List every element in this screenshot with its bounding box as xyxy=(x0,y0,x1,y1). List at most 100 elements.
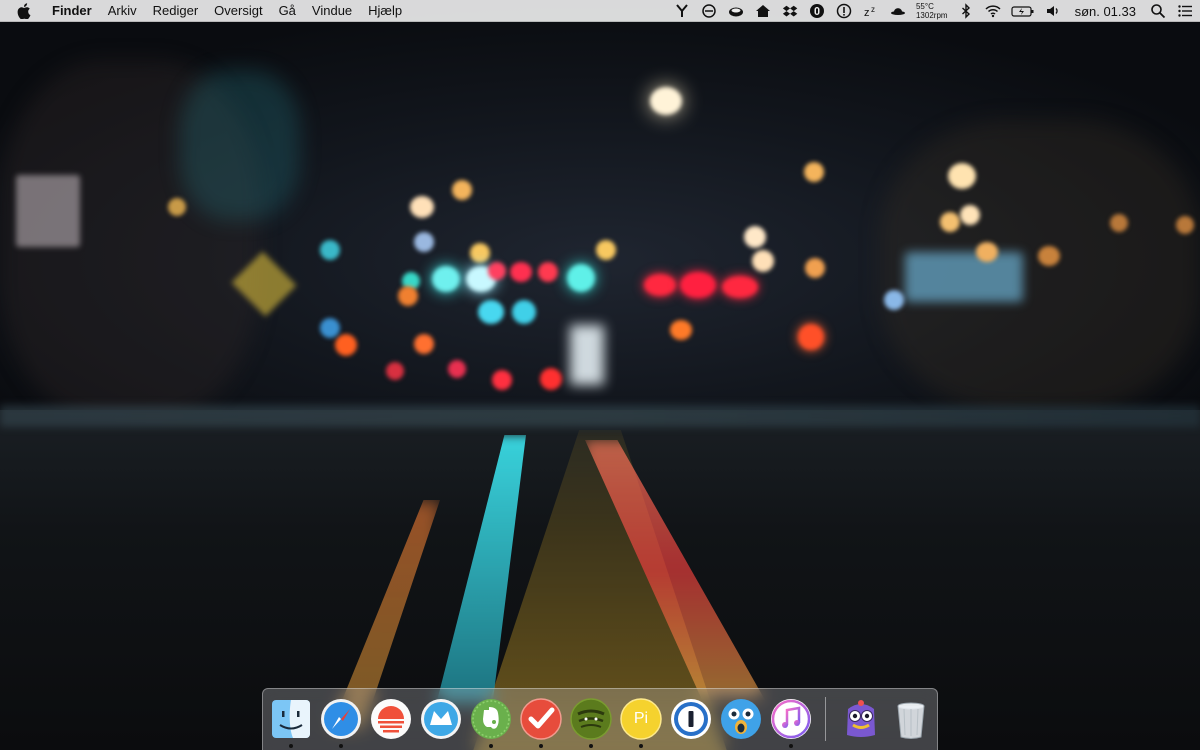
tail-light xyxy=(644,274,676,296)
street-light xyxy=(805,258,825,278)
sunrise-icon xyxy=(371,699,411,739)
trash-icon xyxy=(897,702,925,739)
dock-finder[interactable] xyxy=(269,697,313,741)
temperature-readout[interactable]: 55°C 1302rpm xyxy=(916,2,948,20)
street-light xyxy=(940,212,960,232)
billboard-blue xyxy=(905,252,1023,302)
traffic-light-green xyxy=(432,266,460,292)
dock-pi[interactable]: Pi xyxy=(619,697,663,741)
traffic-light-red xyxy=(538,262,558,282)
volume-icon[interactable] xyxy=(1044,2,1062,20)
traffic-light-green xyxy=(512,300,536,324)
street-light xyxy=(948,163,976,189)
running-indicator xyxy=(489,744,493,748)
traffic-light-red xyxy=(798,324,824,350)
traffic-light-green xyxy=(478,300,504,324)
dock-evernote[interactable] xyxy=(469,697,513,741)
dock-sunrise[interactable] xyxy=(369,697,413,741)
dock-tweetbot[interactable] xyxy=(719,697,763,741)
street-light xyxy=(320,318,340,338)
street-light xyxy=(960,205,980,225)
onepassword-icon xyxy=(671,699,711,739)
menu-app-finder[interactable]: Finder xyxy=(44,0,100,22)
dock-airmail[interactable] xyxy=(419,697,463,741)
finder-icon xyxy=(272,700,310,738)
street-light xyxy=(804,162,824,182)
menu-arkiv[interactable]: Arkiv xyxy=(100,0,145,22)
tail-light xyxy=(680,272,716,298)
sleep-icon[interactable]: zz xyxy=(862,2,880,20)
cyan-foliage xyxy=(180,70,300,220)
menu-bar: Finder Arkiv Rediger Oversigt Gå Vindue … xyxy=(0,0,1200,22)
traffic-light-red xyxy=(398,286,418,306)
bluetooth-icon[interactable] xyxy=(957,2,975,20)
spotlight-search-icon[interactable] xyxy=(1149,2,1167,20)
dock-wunderlist[interactable] xyxy=(519,697,563,741)
menu-oversigt[interactable]: Oversigt xyxy=(206,0,270,22)
street-light xyxy=(414,232,434,252)
wifi-icon[interactable] xyxy=(984,2,1002,20)
dock-spotify[interactable] xyxy=(569,697,613,741)
dock-trash[interactable] xyxy=(889,697,933,741)
battery-charging-icon[interactable] xyxy=(1010,2,1035,20)
itunes-icon xyxy=(771,699,811,739)
apple-menu-icon[interactable] xyxy=(16,0,32,22)
dock-monster[interactable] xyxy=(839,697,883,741)
street-light xyxy=(452,180,472,200)
street-sign xyxy=(16,175,80,247)
airmail-icon xyxy=(421,699,461,739)
traffic-light-green xyxy=(567,264,595,292)
dock-1password[interactable] xyxy=(669,697,713,741)
dock: Pi xyxy=(262,688,938,750)
street-light xyxy=(1110,214,1128,232)
notification-center-icon[interactable] xyxy=(1176,2,1194,20)
running-indicator xyxy=(339,744,343,748)
wunderlist-icon xyxy=(520,698,562,740)
alert-circle-icon[interactable] xyxy=(835,2,853,20)
dock-separator xyxy=(825,697,826,741)
hat-icon[interactable] xyxy=(889,2,907,20)
do-not-disturb-icon[interactable] xyxy=(700,2,718,20)
street-light xyxy=(976,242,998,262)
tail-light xyxy=(540,368,562,390)
dock-itunes[interactable] xyxy=(769,697,813,741)
tail-light xyxy=(492,370,512,390)
menu-ga[interactable]: Gå xyxy=(271,0,304,22)
safari-icon xyxy=(321,699,361,739)
menu-vindue[interactable]: Vindue xyxy=(304,0,360,22)
coffee-icon[interactable] xyxy=(727,2,745,20)
traffic-light-red xyxy=(414,334,434,354)
traffic-light-green xyxy=(320,240,340,260)
white-headlight xyxy=(570,325,604,385)
svg-text:z: z xyxy=(871,5,875,14)
traffic-light-red xyxy=(488,262,506,280)
street-light xyxy=(470,243,490,263)
running-indicator xyxy=(789,744,793,748)
street-light xyxy=(596,240,616,260)
tail-light xyxy=(448,360,466,378)
pi-label: Pi xyxy=(633,710,649,727)
home-icon[interactable] xyxy=(754,2,772,20)
dock-safari[interactable] xyxy=(319,697,363,741)
status-area: zz 55°C 1302rpm søn. 01.33 xyxy=(673,0,1194,22)
menu-hjaelp[interactable]: Hjælp xyxy=(360,0,410,22)
street-light xyxy=(752,250,774,272)
street-light xyxy=(168,198,186,216)
fork-icon[interactable] xyxy=(673,2,691,20)
street-light xyxy=(650,87,682,115)
street-light xyxy=(884,290,904,310)
monster-icon xyxy=(847,700,875,737)
dropbox-icon[interactable] xyxy=(781,2,799,20)
tweetbot-icon xyxy=(721,699,761,739)
cpu-temperature: 55°C xyxy=(915,2,934,11)
fan-speed: 1302rpm xyxy=(915,11,948,20)
running-indicator xyxy=(639,744,643,748)
tail-light xyxy=(386,362,404,380)
street-light xyxy=(744,226,766,248)
tail-light xyxy=(722,276,758,298)
street-light xyxy=(410,196,434,218)
menu-rediger[interactable]: Rediger xyxy=(145,0,207,22)
traffic-light-red xyxy=(510,262,532,282)
info-circle-icon[interactable] xyxy=(808,2,826,20)
menubar-clock[interactable]: søn. 01.33 xyxy=(1071,4,1140,19)
